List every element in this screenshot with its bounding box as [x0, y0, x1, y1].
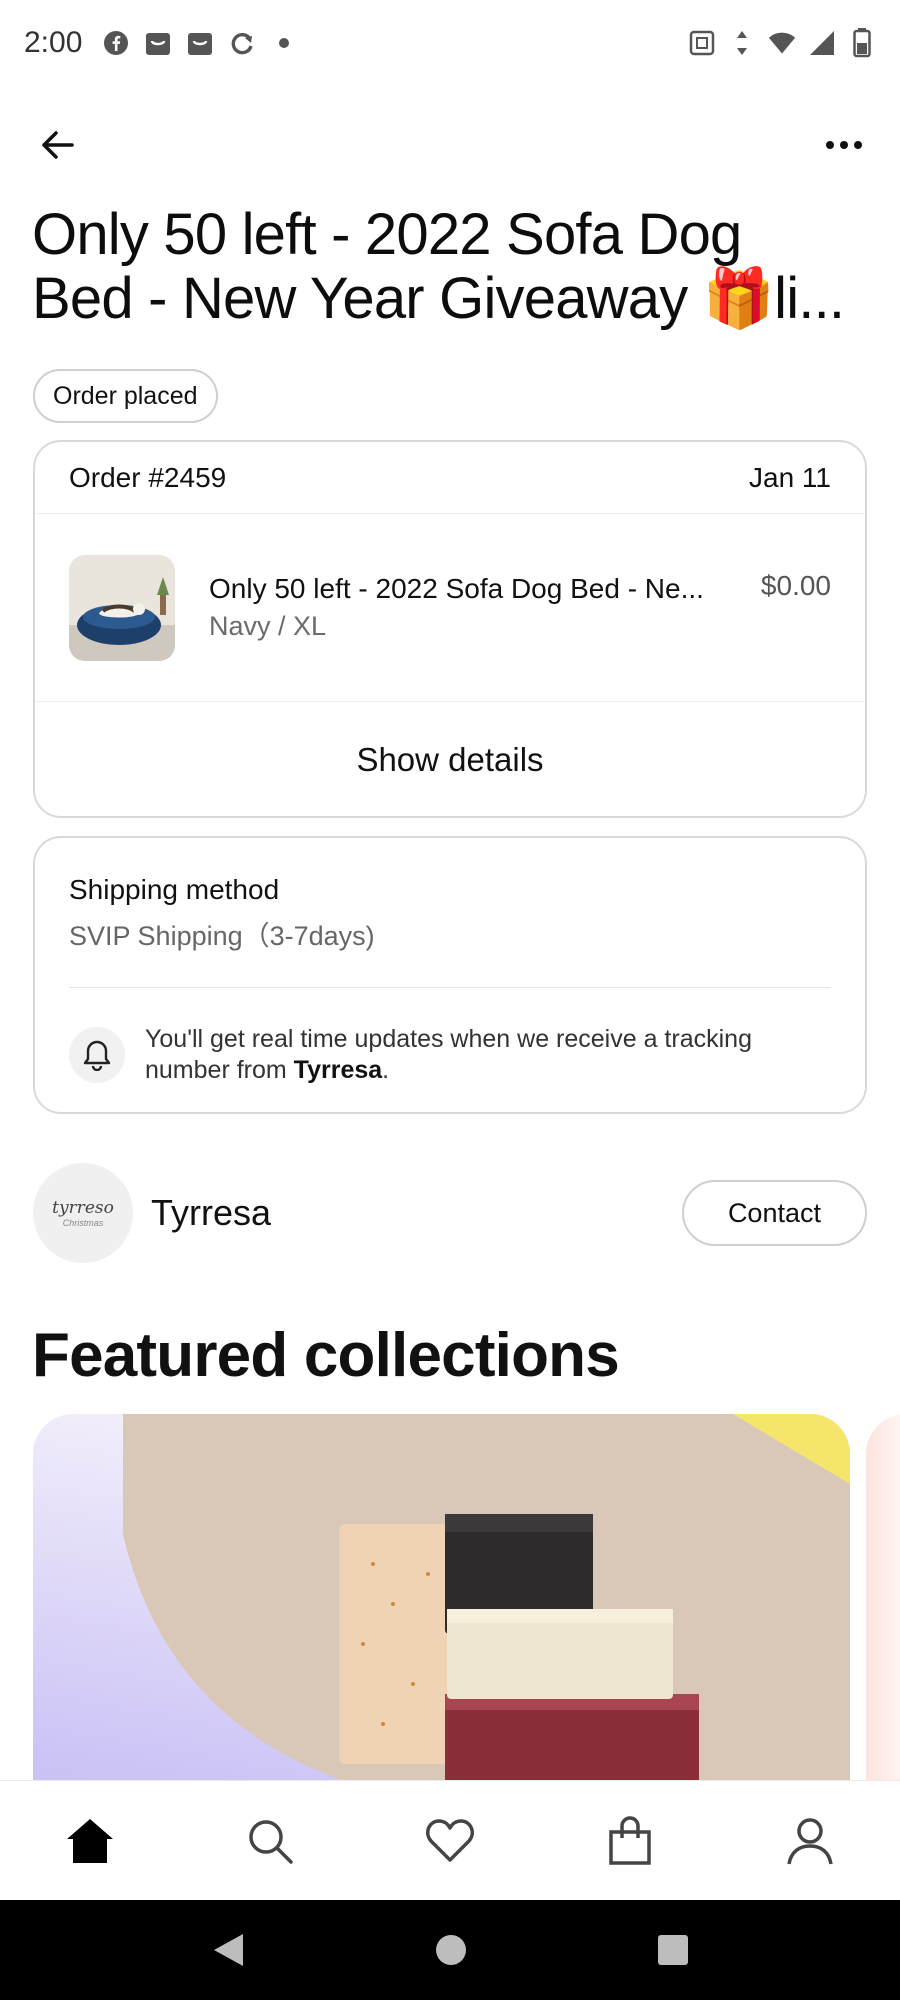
system-recents-icon[interactable] [657, 1934, 689, 1966]
featured-collection-card[interactable] [33, 1414, 850, 1784]
nav-home[interactable] [50, 1801, 130, 1881]
bag-icon [609, 1815, 651, 1865]
nav-orders[interactable] [590, 1801, 670, 1881]
status-time: 2:00 [24, 26, 83, 59]
shop-row: tyrreso Christmas Tyrresa Contact [33, 1163, 867, 1263]
shop-logo-text: tyrreso [52, 1198, 114, 1218]
system-home-icon[interactable] [435, 1934, 467, 1966]
system-back-icon[interactable] [211, 1932, 245, 1968]
shop-icon [186, 29, 214, 57]
bottom-navigation [0, 1780, 900, 1900]
order-card: Order #2459 Jan 11 Only 50 left - 2022 S… [33, 440, 867, 818]
shop-logo[interactable]: tyrreso Christmas [33, 1163, 133, 1263]
tracking-notice-suffix: . [382, 1056, 390, 1084]
search-icon [249, 1819, 293, 1864]
divider [69, 987, 831, 988]
order-number: Order #2459 [69, 461, 227, 493]
shipping-method-value: SVIP Shipping（3-7days) [69, 921, 375, 951]
notification-icons [102, 29, 298, 57]
top-navigation [0, 105, 900, 185]
signal-icon [808, 29, 836, 57]
facebook-icon [102, 29, 130, 57]
bell-icon [69, 1027, 125, 1083]
nav-profile[interactable] [770, 1801, 850, 1881]
nav-search[interactable] [230, 1801, 310, 1881]
soap-collection-image [33, 1414, 850, 1784]
shop-icon [144, 29, 172, 57]
tracking-notice-shop: Tyrresa [293, 1056, 383, 1084]
data-arrows-icon [728, 29, 756, 57]
system-navigation-bar [0, 1900, 900, 2000]
more-horizontal-icon [826, 141, 862, 149]
order-status-badge: Order placed [33, 369, 218, 423]
sync-icon [228, 29, 256, 57]
more-options-button[interactable] [816, 121, 872, 169]
wifi-icon [768, 29, 796, 57]
page-title-line-1: Only 50 left - 2022 Sofa Dog [32, 202, 742, 267]
shop-name[interactable]: Tyrresa [151, 1192, 271, 1234]
product-variant: Navy / XL [209, 611, 327, 641]
home-icon [67, 1818, 113, 1863]
nav-favorites[interactable] [410, 1801, 490, 1881]
dot-icon [270, 29, 298, 57]
system-status-icons [688, 28, 876, 58]
shipping-card: Shipping method SVIP Shipping（3-7days) Y… [33, 836, 867, 1114]
featured-collections-title: Featured collections [32, 1321, 620, 1390]
battery-icon [848, 28, 876, 58]
next-collection-card-peek[interactable] [866, 1414, 900, 1784]
status-bar: 2:00 [0, 0, 900, 86]
shipping-method-title: Shipping method [69, 874, 280, 905]
page-title: Only 50 left - 2022 Sofa Dog Bed - New Y… [32, 203, 872, 331]
product-name: Only 50 left - 2022 Sofa Dog Bed - Ne... [209, 573, 704, 604]
product-price: $0.00 [760, 570, 831, 601]
arrow-left-icon [42, 131, 74, 159]
nfc-icon [688, 29, 716, 57]
tracking-notice-text: You'll get real time updates when we rec… [145, 1024, 831, 1086]
back-button[interactable] [34, 121, 82, 169]
product-info: Only 50 left - 2022 Sofa Dog Bed - Ne...… [209, 573, 753, 642]
order-header: Order #2459 Jan 11 [35, 442, 865, 514]
order-date: Jan 11 [749, 461, 831, 493]
product-thumbnail [69, 554, 175, 661]
order-line-item[interactable]: Only 50 left - 2022 Sofa Dog Bed - Ne...… [35, 514, 865, 702]
show-details-button[interactable]: Show details [35, 702, 865, 816]
tracking-notice: You'll get real time updates when we rec… [69, 1024, 831, 1086]
shop-logo-subtext: Christmas [62, 1218, 104, 1228]
page-title-line-2: Bed - New Year Giveaway 🎁li... [32, 266, 845, 331]
tracking-notice-prefix: You'll get real time updates when we rec… [145, 1025, 752, 1084]
contact-button[interactable]: Contact [681, 1180, 867, 1246]
heart-icon [426, 1818, 474, 1862]
profile-icon [787, 1817, 833, 1864]
